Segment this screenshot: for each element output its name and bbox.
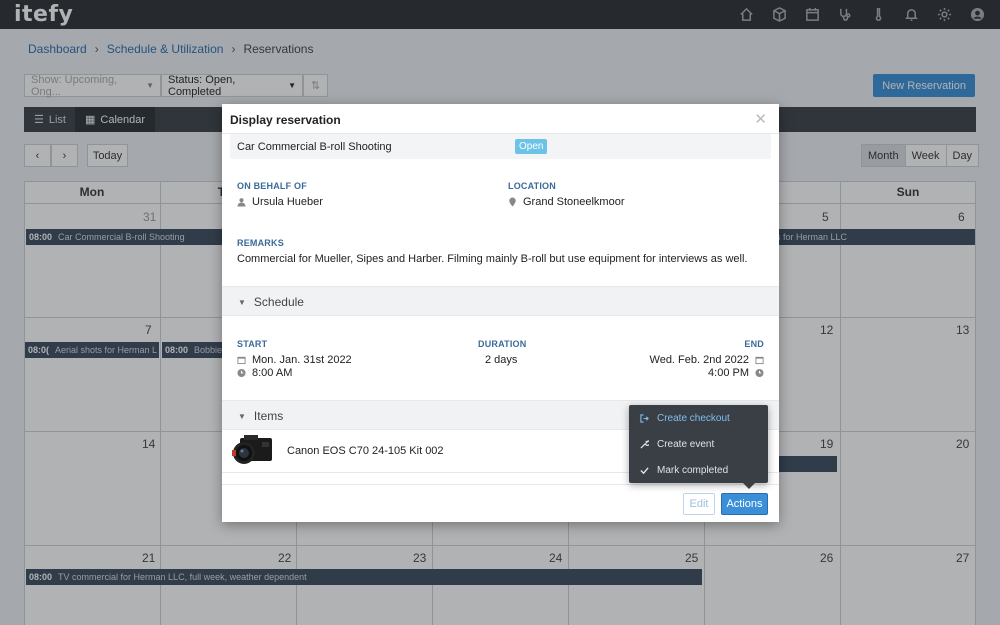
menu-item-create-event[interactable]: Create event bbox=[629, 431, 768, 457]
start-date-value: Mon. Jan. 31st 2022 bbox=[252, 354, 352, 366]
item-name: Canon EOS C70 24-105 Kit 002 bbox=[287, 445, 444, 457]
checkmark-icon bbox=[640, 466, 649, 474]
on-behalf-value: Ursula Hueber bbox=[237, 196, 323, 208]
reservation-title-row: Car Commercial B-roll Shooting Open bbox=[230, 134, 771, 159]
location-label: LOCATION bbox=[508, 181, 556, 191]
location-name: Grand Stoneelkmoor bbox=[523, 196, 625, 208]
chevron-down-icon: ▼ bbox=[238, 297, 246, 307]
modal-header: Display reservation ✕ bbox=[222, 104, 779, 134]
duration-label: DURATION bbox=[478, 339, 527, 349]
remarks-text: Commercial for Mueller, Sipes and Harber… bbox=[237, 253, 748, 265]
sign-out-icon bbox=[640, 413, 649, 423]
end-date: Wed. Feb. 2nd 2022 bbox=[650, 354, 764, 366]
create-checkout-label: Create checkout bbox=[657, 412, 730, 424]
modal-footer: Edit Actions bbox=[222, 484, 779, 522]
edit-button[interactable]: Edit bbox=[683, 493, 715, 515]
end-time: 4:00 PM bbox=[708, 367, 764, 379]
items-section-label: Items bbox=[253, 409, 284, 423]
location-value: Grand Stoneelkmoor bbox=[508, 196, 625, 208]
start-time: 8:00 AM bbox=[237, 367, 292, 379]
schedule-section-header[interactable]: ▼ Schedule bbox=[222, 286, 779, 316]
on-behalf-label: ON BEHALF OF bbox=[237, 181, 307, 191]
status-badge: Open bbox=[515, 139, 548, 154]
on-behalf-name: Ursula Hueber bbox=[252, 196, 323, 208]
person-icon bbox=[237, 198, 246, 207]
map-pin-icon bbox=[509, 197, 516, 207]
close-icon[interactable]: ✕ bbox=[754, 110, 767, 128]
start-label: START bbox=[237, 339, 268, 349]
menu-item-create-checkout[interactable]: Create checkout bbox=[629, 405, 768, 431]
schedule-section-label: Schedule bbox=[253, 295, 304, 309]
end-date-value: Wed. Feb. 2nd 2022 bbox=[649, 354, 749, 366]
chevron-down-icon: ▼ bbox=[238, 411, 246, 421]
clock-icon bbox=[755, 368, 764, 378]
menu-item-mark-completed[interactable]: Mark completed bbox=[629, 457, 768, 483]
reservation-name: Car Commercial B-roll Shooting bbox=[237, 141, 392, 153]
actions-dropdown-menu: Create checkout Create event Mark comple… bbox=[629, 405, 768, 489]
end-time-value: 4:00 PM bbox=[708, 367, 749, 379]
clock-icon bbox=[237, 368, 246, 378]
schedule-section-label-wrap: ▼ Schedule bbox=[238, 295, 304, 309]
duration-value: 2 days bbox=[485, 354, 518, 366]
items-section-label-wrap: ▼ Items bbox=[238, 409, 283, 423]
start-time-value: 8:00 AM bbox=[252, 367, 293, 379]
start-date: Mon. Jan. 31st 2022 bbox=[237, 354, 352, 366]
remarks-label: REMARKS bbox=[237, 238, 284, 248]
mark-completed-label: Mark completed bbox=[657, 464, 729, 476]
calendar-small-icon bbox=[755, 356, 764, 365]
end-label: END bbox=[744, 339, 764, 349]
create-event-label: Create event bbox=[657, 438, 715, 450]
actions-button[interactable]: Actions bbox=[721, 493, 768, 515]
camera-thumbnail bbox=[232, 435, 272, 464]
modal-title: Display reservation bbox=[230, 113, 341, 127]
wrench-icon bbox=[640, 439, 649, 449]
calendar-small-icon bbox=[237, 356, 246, 365]
